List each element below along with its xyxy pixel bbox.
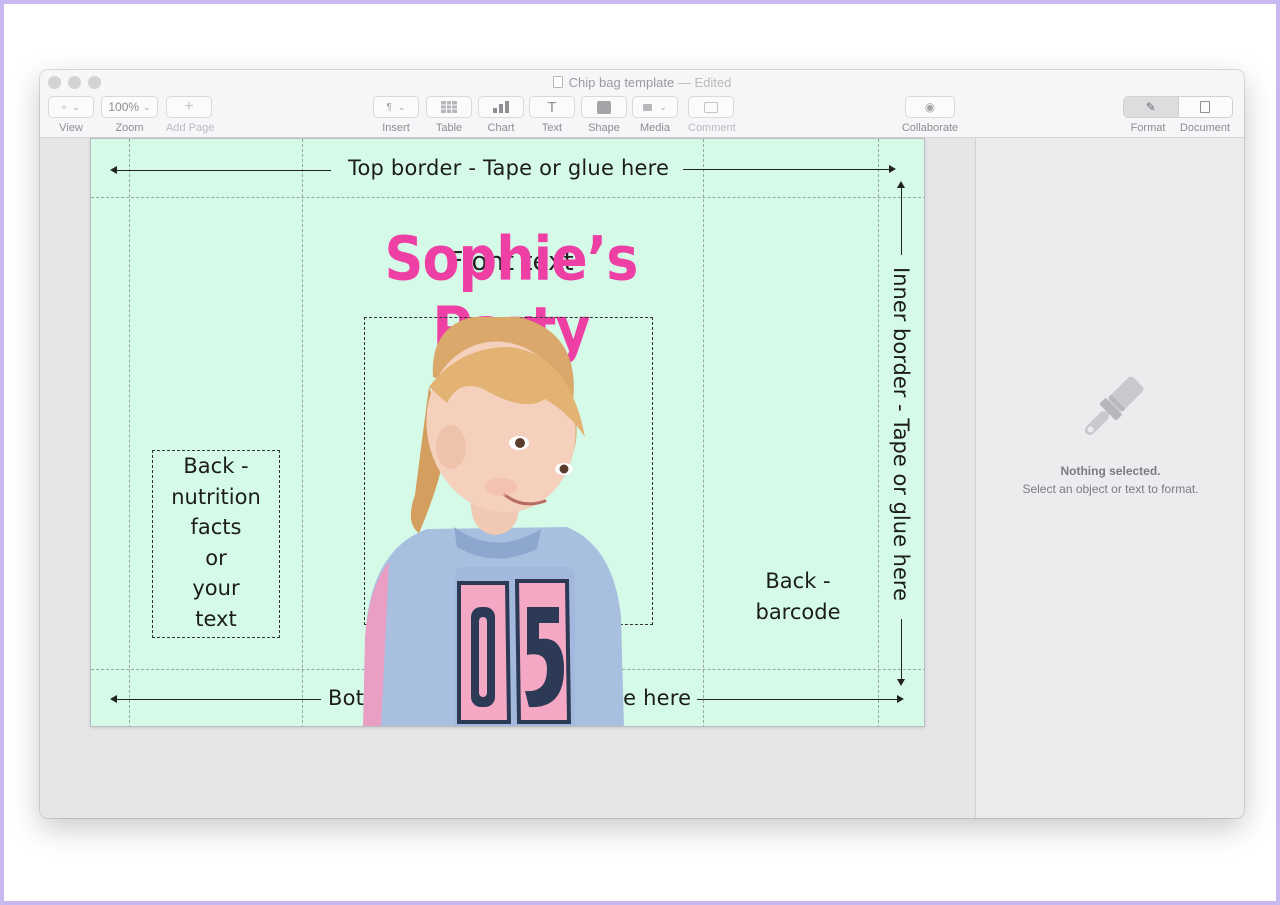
top-border-arrow-left <box>113 170 331 171</box>
chart-label: Chart <box>487 122 515 134</box>
text-control[interactable]: T Text <box>529 96 575 134</box>
view-button[interactable]: ▫ ⌄ <box>48 96 94 118</box>
back-nutrition-text[interactable]: Back - nutrition facts or your text <box>152 451 280 634</box>
document-name: Chip bag template <box>568 75 675 90</box>
media-label: Media <box>640 122 670 134</box>
zoom-value: 100% <box>108 100 140 114</box>
pilcrow-icon: ¶ <box>386 101 392 113</box>
top-border-arrow-right <box>683 169 891 170</box>
collaborate-control[interactable]: ◉ Collaborate <box>900 96 960 134</box>
insert-label: Insert <box>382 122 410 134</box>
collaborate-icon: ◉ <box>924 100 936 114</box>
fold-guide <box>91 197 924 198</box>
document-label: Document <box>1179 122 1231 134</box>
fold-guide <box>129 139 130 726</box>
nothing-selected-hint: Select an object or text to format. <box>1022 482 1199 496</box>
paintbrush-icon <box>1084 376 1144 436</box>
nutrition-line: nutrition <box>171 484 261 509</box>
table-control[interactable]: Table <box>426 96 472 134</box>
shape-icon <box>597 100 611 114</box>
inner-border-label[interactable]: Inner border - Tape or glue here <box>889 267 913 601</box>
top-border-label[interactable]: Top border - Tape or glue here <box>348 156 669 180</box>
comment-icon <box>704 101 718 113</box>
back-barcode-text[interactable]: Back - barcode <box>731 566 865 627</box>
collaborate-button[interactable]: ◉ <box>905 96 955 118</box>
shape-control[interactable]: Shape <box>581 96 627 134</box>
format-label: Format <box>1130 122 1166 134</box>
nutrition-line: or <box>205 545 227 570</box>
chart-button[interactable] <box>478 96 524 118</box>
table-label: Table <box>435 122 463 134</box>
table-icon <box>441 101 457 113</box>
bottom-border-arrow-right <box>697 699 899 700</box>
arrow-left-icon <box>110 166 117 174</box>
template-page[interactable]: Top border - Tape or glue here Bottom bo… <box>90 138 925 727</box>
comment-button[interactable] <box>688 96 734 118</box>
paintbrush-icon: ✎ <box>1145 100 1156 114</box>
chevron-down-icon: ⌄ <box>659 101 667 112</box>
format-inspector: Nothing selected. Select an object or te… <box>975 138 1244 818</box>
fold-guide <box>302 139 303 726</box>
shape-label: Shape <box>588 122 620 134</box>
zoom-label: Zoom <box>115 122 144 134</box>
chart-control[interactable]: Chart <box>478 96 524 134</box>
title-separator: — <box>677 75 691 90</box>
chevron-down-icon: ⌄ <box>143 101 151 112</box>
nutrition-line: Back - <box>183 454 249 478</box>
bottom-border-arrow-left <box>113 699 321 700</box>
add-page-label: Add Page <box>166 122 215 134</box>
insert-button[interactable]: ¶ ⌄ <box>373 96 419 118</box>
document-canvas[interactable]: Top border - Tape or glue here Bottom bo… <box>40 138 975 818</box>
format-tab[interactable]: ✎ <box>1124 97 1178 117</box>
view-label: View <box>59 122 83 134</box>
collaborate-label: Collaborate <box>901 122 959 134</box>
barcode-line: barcode <box>755 599 841 624</box>
barcode-line: Back - <box>765 569 831 593</box>
add-page-control[interactable]: + Add Page <box>166 96 215 134</box>
media-button[interactable]: ⌄ <box>632 96 678 118</box>
chart-icon <box>493 101 509 113</box>
inner-border-arrow-top <box>901 185 902 255</box>
arrow-up-icon <box>897 181 905 188</box>
plus-icon: + <box>184 98 194 115</box>
chevron-down-icon: ⌄ <box>72 101 80 112</box>
table-button[interactable] <box>426 96 472 118</box>
inspector-toggle[interactable]: ✎ <box>1123 96 1233 118</box>
edited-status: Edited <box>694 75 732 90</box>
document-icon <box>552 76 563 88</box>
inspector-segmented-control[interactable]: ✎ <box>1123 96 1233 118</box>
arrow-down-icon <box>897 679 905 686</box>
chevron-down-icon: ⌄ <box>397 101 406 112</box>
text-button[interactable]: T <box>529 96 575 118</box>
document-icon <box>1200 101 1211 113</box>
toolbar: Chip bag template — Edited ▫ ⌄ View 100%… <box>40 70 1244 138</box>
insert-control[interactable]: ¶ ⌄ Insert <box>373 96 419 134</box>
comment-control[interactable]: Comment <box>688 96 736 134</box>
view-icon: ▫ <box>62 100 67 114</box>
window-title: Chip bag template — Edited <box>40 75 1244 90</box>
pages-window: Chip bag template — Edited ▫ ⌄ View 100%… <box>40 70 1244 818</box>
fold-guide <box>878 139 879 726</box>
media-control[interactable]: ⌄ Media <box>632 96 678 134</box>
view-control[interactable]: ▫ ⌄ View <box>48 96 94 134</box>
zoom-select[interactable]: 100% ⌄ <box>101 96 158 118</box>
arrow-left-icon <box>110 695 117 703</box>
nutrition-line: facts <box>190 515 242 539</box>
nothing-selected-heading: Nothing selected. <box>1060 464 1161 478</box>
text-icon: T <box>547 98 557 116</box>
inner-border-arrow-bottom <box>901 619 902 681</box>
nutrition-line: your <box>192 576 240 600</box>
arrow-right-icon <box>889 165 896 173</box>
comment-label: Comment <box>688 122 736 134</box>
girl-photo[interactable]: 05 <box>359 317 631 727</box>
zoom-control[interactable]: 100% ⌄ Zoom <box>101 96 158 134</box>
text-label: Text <box>541 122 563 134</box>
arrow-right-icon <box>897 695 904 703</box>
media-icon <box>643 103 653 111</box>
nutrition-line: text <box>195 606 237 631</box>
add-page-button[interactable]: + <box>166 96 212 118</box>
document-tab[interactable] <box>1177 97 1232 117</box>
shape-button[interactable] <box>581 96 627 118</box>
